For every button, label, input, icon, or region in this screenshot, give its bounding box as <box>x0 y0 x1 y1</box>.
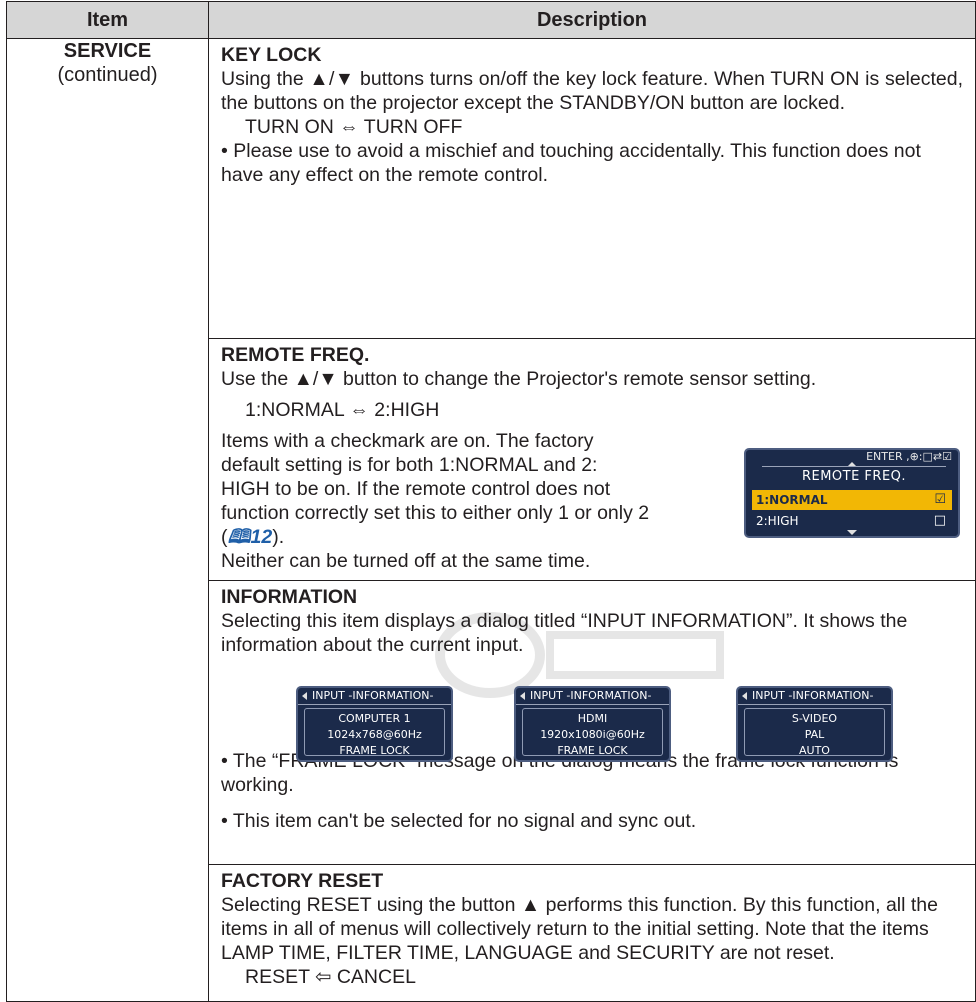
item-sub: (continued) <box>57 64 158 86</box>
key-lock-options: TURN ON ⇔ TURN OFF <box>245 116 463 138</box>
book-icon: 🕮 <box>227 526 251 548</box>
information-note-no-signal: • This item can't be selected for no sig… <box>221 810 697 832</box>
information-title: INFORMATION <box>221 586 358 608</box>
key-lock-title: KEY LOCK <box>221 44 322 66</box>
scroll-down-icon <box>847 530 857 535</box>
dialog-line: S-VIDEO <box>791 712 838 725</box>
input-info-dialog-computer: INPUT -INFORMATION- COMPUTER 1 1024x768@… <box>296 686 453 762</box>
dialog-line: 1920x1080i@60Hz <box>540 728 645 741</box>
osd-hint: ENTER ,⊕:□⇄☑ <box>866 450 952 463</box>
information-body: Selecting this item displays a dialog ti… <box>221 610 908 656</box>
dialog-title: INPUT -INFORMATION- <box>516 688 669 705</box>
section-key-lock: KEY LOCK Using the ▲/▼ buttons turns on/… <box>209 39 975 339</box>
remote-freq-desc-end: ). <box>272 526 285 548</box>
key-lock-body: Using the ▲/▼ buttons turns on/off the k… <box>221 68 963 114</box>
dialog-line: HDMI <box>577 712 608 725</box>
key-lock-note: • Please use to avoid a mischief and tou… <box>221 140 921 186</box>
input-info-dialog-svideo: INPUT -INFORMATION- S-VIDEO PAL AUTO <box>736 686 893 762</box>
header-description: Description <box>208 1 976 39</box>
dialog-line: COMPUTER 1 <box>338 712 411 725</box>
remote-freq-osd: ENTER ,⊕:□⇄☑ REMOTE FREQ. 1:NORMAL ☑ 2:H… <box>744 448 960 538</box>
item-name: SERVICE <box>63 40 152 62</box>
remote-freq-note: Neither can be turned off at the same ti… <box>221 550 591 572</box>
dialog-title: INPUT -INFORMATION- <box>298 688 451 705</box>
section-factory-reset: FACTORY RESET Selecting RESET using the … <box>209 865 975 1001</box>
remote-freq-desc-text: Items with a checkmark are on. The facto… <box>221 430 650 548</box>
dialog-line: PAL <box>804 728 825 741</box>
dialog-line: AUTO <box>799 744 830 757</box>
osd-option-normal[interactable]: 1:NORMAL ☑ <box>752 490 952 510</box>
dialog-body: HDMI 1920x1080i@60Hz FRAME LOCK <box>522 708 663 757</box>
checkbox-unchecked-icon: □ <box>933 513 946 528</box>
osd-title: REMOTE FREQ. <box>762 466 946 487</box>
item-cell: SERVICE (continued) <box>6 38 209 1002</box>
input-info-dialog-hdmi: INPUT -INFORMATION- HDMI 1920x1080i@60Hz… <box>514 686 671 762</box>
header-item: Item <box>6 1 209 39</box>
osd-option-label: 1:NORMAL <box>756 493 828 507</box>
factory-reset-body: Selecting RESET using the button ▲ perfo… <box>221 894 938 964</box>
factory-reset-options: RESET ⇦ CANCEL <box>245 966 416 988</box>
checkbox-checked-icon: ☑ <box>934 492 946 507</box>
remote-freq-title: REMOTE FREQ. <box>221 344 370 366</box>
table-header-row: Item Description <box>6 1 976 39</box>
osd-option-high[interactable]: 2:HIGH □ <box>752 511 952 531</box>
factory-reset-title: FACTORY RESET <box>221 870 384 892</box>
dialog-title: INPUT -INFORMATION- <box>738 688 891 705</box>
osd-option-label: 2:HIGH <box>756 514 799 528</box>
dialog-body: COMPUTER 1 1024x768@60Hz FRAME LOCK <box>304 708 445 757</box>
remote-freq-desc: Items with a checkmark are on. The facto… <box>221 429 651 549</box>
dialog-line: 1024x768@60Hz <box>327 728 422 741</box>
remote-freq-options: 1:NORMAL ⇔ 2:HIGH <box>245 399 440 421</box>
remote-freq-body: Use the ▲/▼ button to change the Project… <box>221 368 817 390</box>
dialog-line: FRAME LOCK <box>557 744 628 757</box>
dialog-body: S-VIDEO PAL AUTO <box>744 708 885 757</box>
dialog-line: FRAME LOCK <box>339 744 410 757</box>
page-ref: 12 <box>250 526 273 548</box>
